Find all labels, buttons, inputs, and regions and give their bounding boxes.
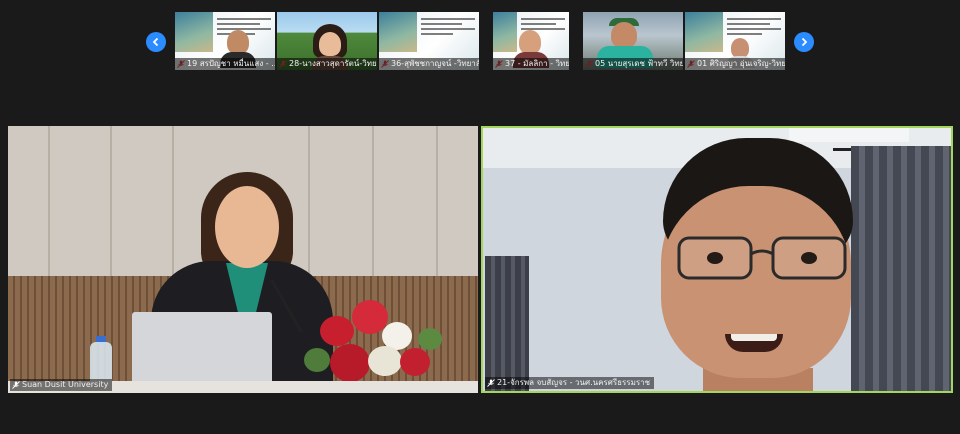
participant-name: 19 สรปัญชา หมื่นแสง - ... — [175, 58, 275, 70]
curtain — [851, 146, 951, 391]
participant-name-label: 21-จักรพล จบสัญจร - วนศ.นครศรีธรรมราช — [485, 377, 655, 389]
chevron-right-icon — [801, 37, 808, 47]
participant-name: 37 - มัลลิกา - วิทยาลัยชุม... — [493, 58, 569, 70]
participant-thumb[interactable]: 37 - มัลลิกา - วิทยาลัยชุม... — [493, 12, 569, 70]
participant-thumb[interactable]: 05 นายสุรเดช ฟ้าทวี วิทย... — [583, 12, 683, 70]
mic-muted-icon — [12, 381, 20, 389]
participant-thumb[interactable]: 36-สุพัชชกาญจน์ -วิทยาลั... — [379, 12, 479, 70]
glasses — [677, 236, 847, 280]
laptop — [132, 312, 272, 390]
video-tile-host[interactable]: Suan Dusit University — [8, 126, 478, 393]
participant-name: Suan Dusit University — [22, 380, 109, 389]
flower-arrangement — [290, 298, 450, 393]
participant-thumb[interactable]: 19 สรปัญชา หมื่นแสง - ... — [175, 12, 275, 70]
participant-name: 28-นางสาวสุดารัตน์-วิทยา... — [277, 58, 377, 70]
participant-filmstrip: 19 สรปัญชา หมื่นแสง - ... 28-นางสาวสุดาร… — [0, 12, 960, 72]
air-conditioner — [789, 128, 909, 142]
mic-muted-icon — [487, 379, 495, 387]
filmstrip-prev-button[interactable] — [146, 32, 166, 52]
video-tile-active-speaker[interactable]: 21-จักรพล จบสัญจร - วนศ.นครศรีธรรมราช — [481, 126, 953, 393]
curtain — [485, 256, 529, 391]
filmstrip-next-button[interactable] — [794, 32, 814, 52]
participant-name-label: Suan Dusit University — [10, 379, 113, 391]
participant-name: 36-สุพัชชกาญจน์ -วิทยาลั... — [379, 58, 479, 70]
participant-thumb[interactable]: 01 ศิริญญา อุ่นเจริญ-วิทย... — [685, 12, 785, 70]
participant-name: 05 นายสุรเดช ฟ้าทวี วิทย... — [583, 58, 683, 70]
speaker-face — [215, 186, 279, 268]
meeting-gallery: 19 สรปัญชา หมื่นแสง - ... 28-นางสาวสุดาร… — [0, 0, 960, 434]
chevron-left-icon — [152, 37, 159, 47]
participant-thumb[interactable]: 28-นางสาวสุดารัตน์-วิทยา... — [277, 12, 377, 70]
participant-name: 21-จักรพล จบสัญจร - วนศ.นครศรีธรรมราช — [497, 378, 651, 387]
participant-name: 01 ศิริญญา อุ่นเจริญ-วิทย... — [685, 58, 785, 70]
